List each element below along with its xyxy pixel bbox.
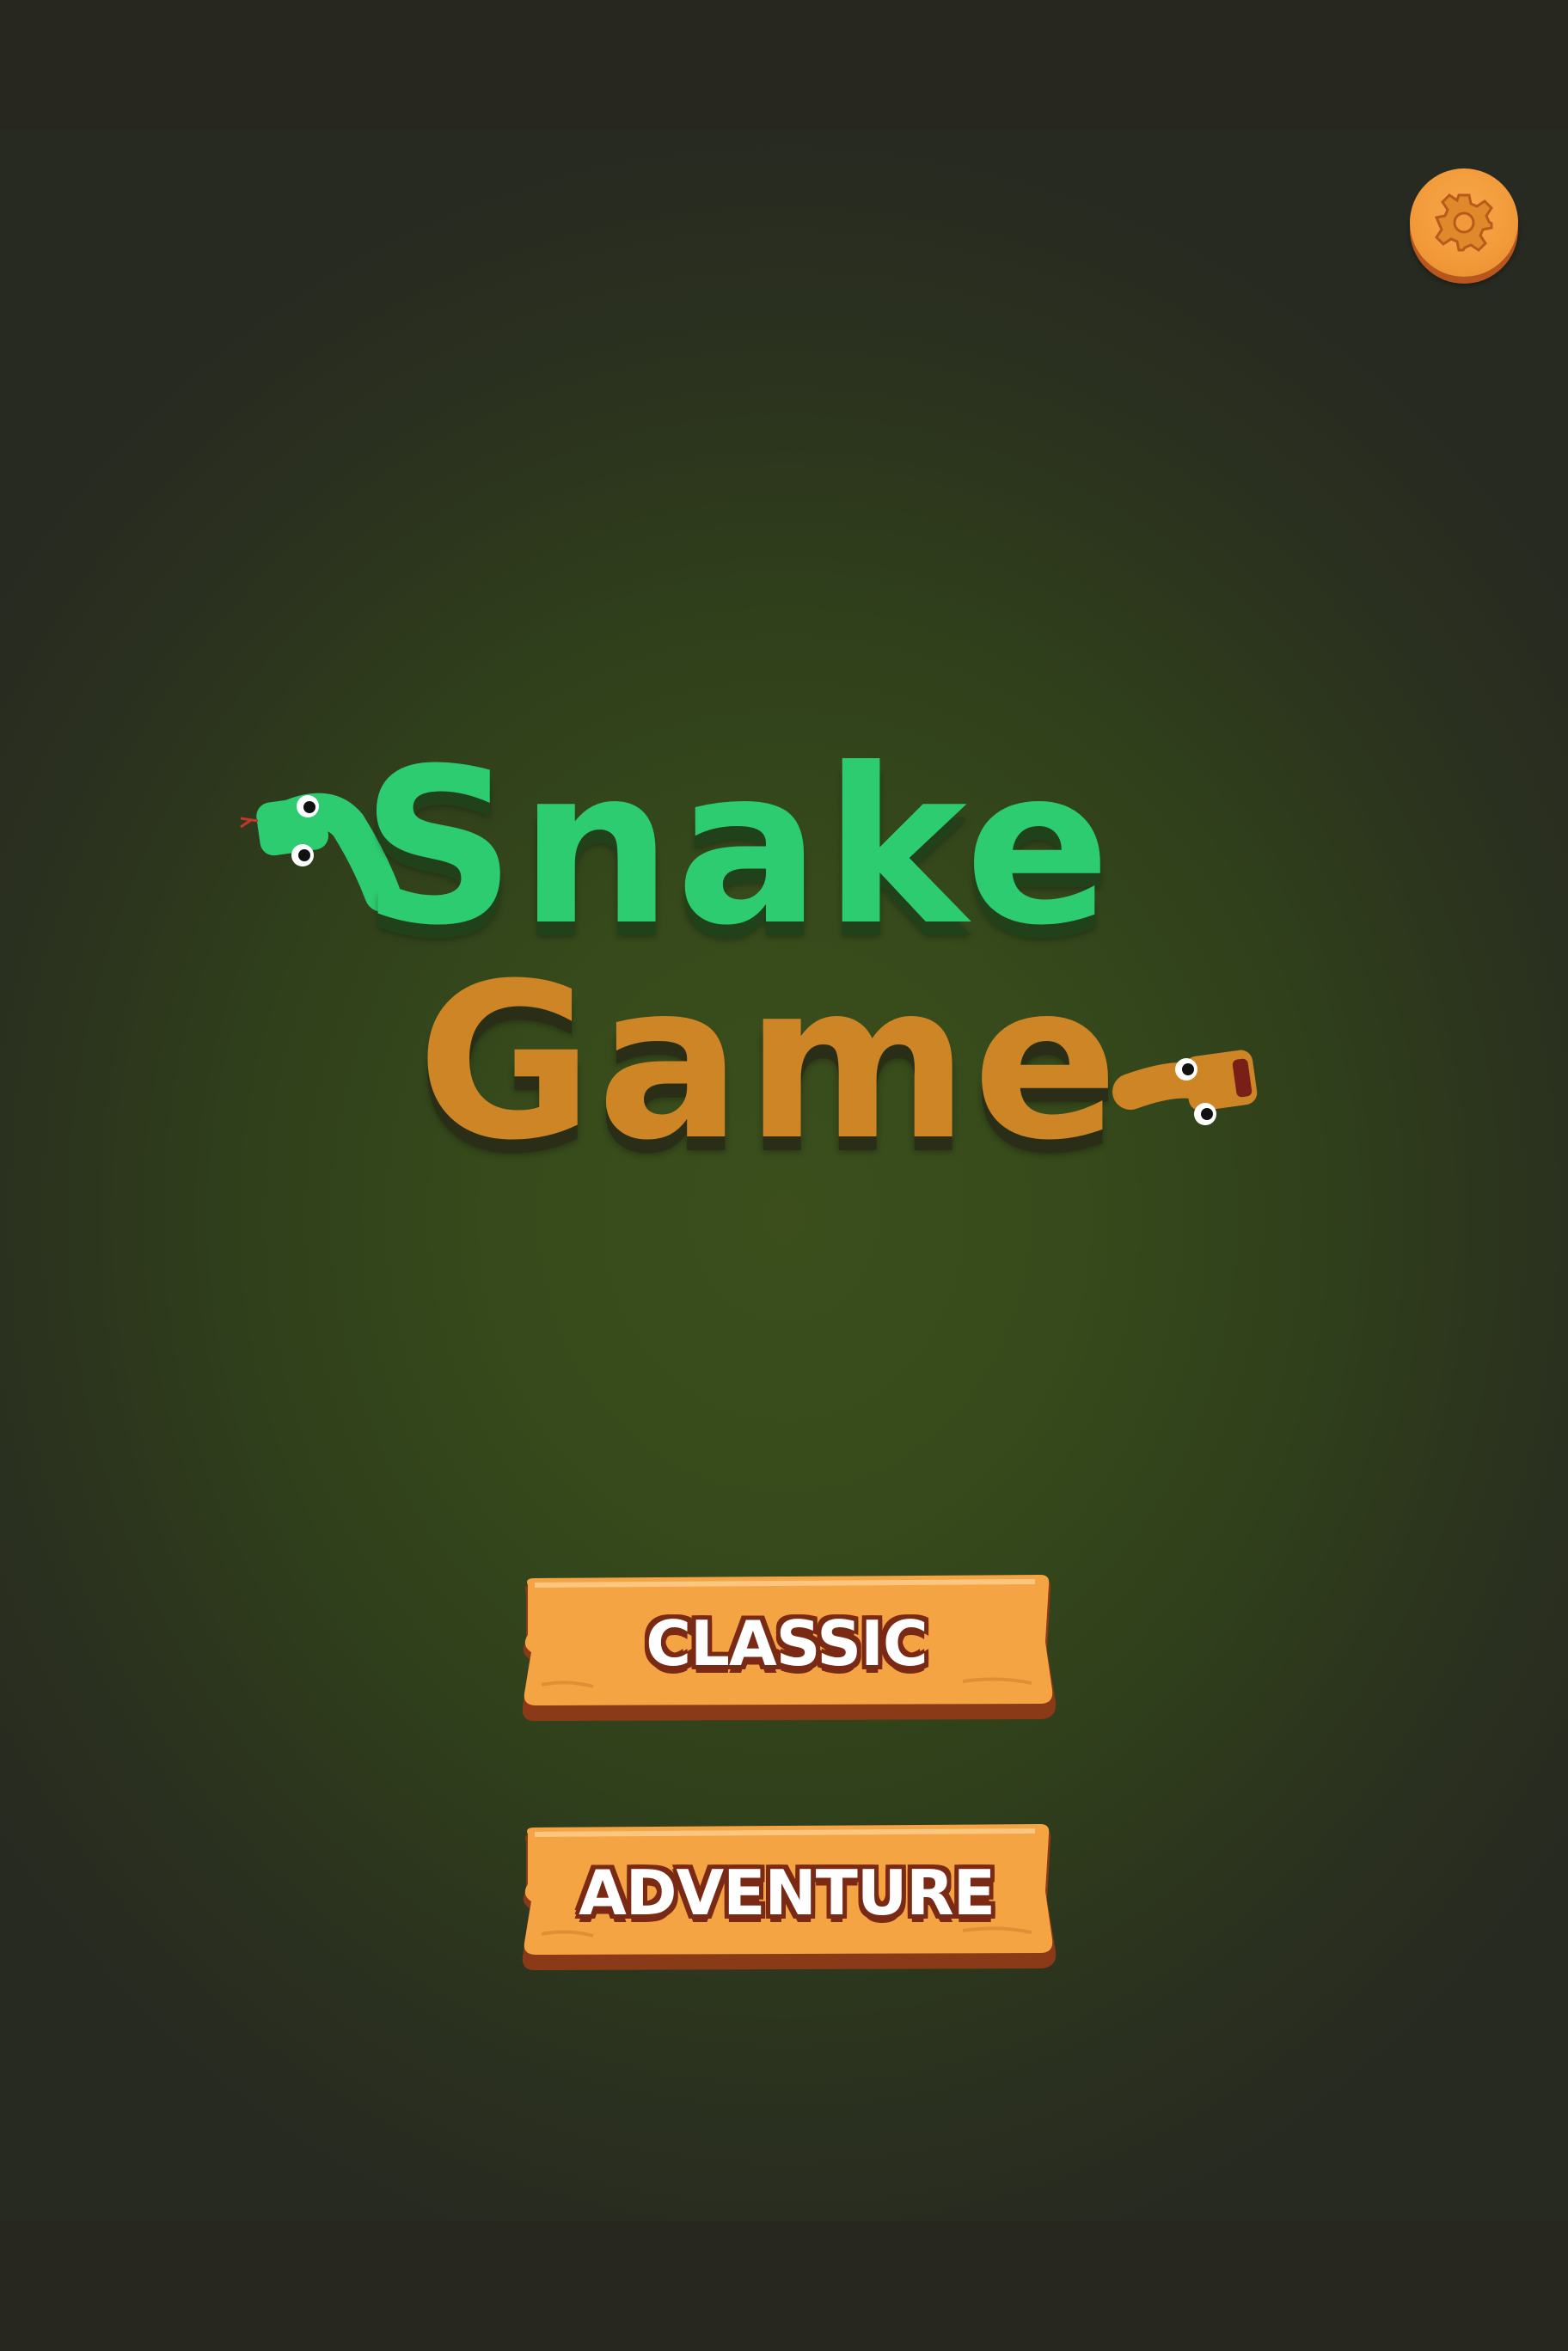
adventure-label: ADVENTURE	[579, 1857, 995, 1929]
logo-word-snake: Snake	[361, 722, 1114, 972]
top-letterbox	[0, 0, 1568, 129]
settings-button[interactable]	[1410, 168, 1518, 277]
game-screen: Snake Game CLASSIC ADVENTURE	[0, 0, 1568, 2351]
bottom-letterbox	[0, 2221, 1568, 2351]
classic-label: CLASSIC	[646, 1607, 928, 1680]
classic-mode-button[interactable]: CLASSIC	[516, 1573, 1057, 1728]
orange-snake-icon	[1112, 1050, 1258, 1125]
game-logo: Snake Game	[232, 722, 1264, 1238]
adventure-mode-button[interactable]: ADVENTURE	[516, 1822, 1057, 1977]
gear-icon	[1434, 193, 1493, 252]
logo-word-game: Game	[417, 937, 1122, 1187]
